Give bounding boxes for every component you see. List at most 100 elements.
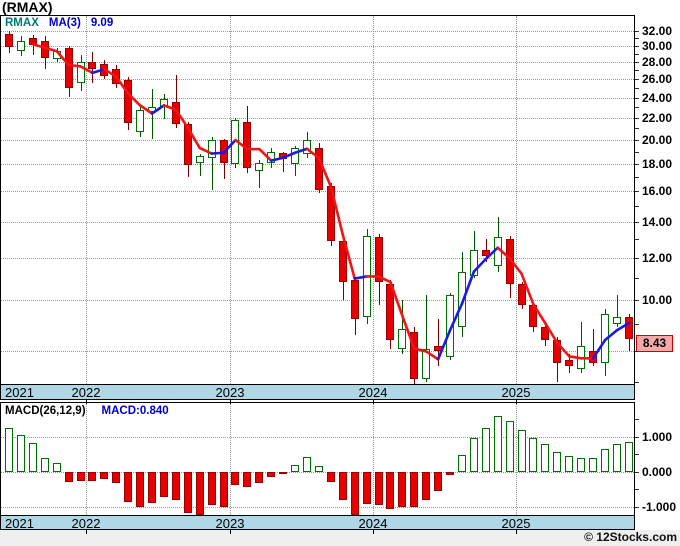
axis-tick (635, 351, 639, 352)
macd-bar (243, 471, 251, 487)
macd-bar (291, 465, 299, 472)
candle-body (148, 107, 156, 113)
candle-body (160, 98, 168, 108)
candle-body (279, 152, 287, 159)
x-axis-year-label: 2021 (5, 385, 34, 400)
candle-body (220, 139, 228, 163)
axis-tick (635, 222, 639, 223)
axis-tick (516, 400, 517, 404)
candle-body (112, 69, 120, 85)
axis-tick (635, 152, 639, 153)
macd-bar (160, 471, 168, 497)
x-axis-year-label: 2023 (215, 385, 245, 400)
y-axis-label: 30.00 (642, 39, 673, 53)
x-axis-year-label: 2023 (215, 516, 245, 531)
axis-tick (635, 128, 639, 129)
macd-bar (470, 437, 478, 472)
y-axis-label: 22.00 (642, 111, 673, 125)
macd-bar (601, 449, 609, 472)
candle-body (196, 156, 204, 163)
candle-body (577, 345, 585, 370)
legend-symbol: RMAX (5, 17, 39, 29)
gridline-v (230, 16, 231, 384)
macd-bar (541, 444, 549, 472)
candle-body (565, 360, 573, 367)
macd-bar (386, 471, 394, 509)
macd-bar (577, 457, 585, 472)
y-axis-label: 28.00 (642, 55, 673, 69)
axis-tick (373, 530, 374, 534)
candle-body (136, 110, 144, 132)
gridline-h (1, 437, 634, 438)
candle-body (5, 33, 13, 47)
gridline-v (86, 16, 87, 384)
candle-body (601, 314, 609, 364)
gridline-h (1, 351, 634, 352)
macd-bar (315, 466, 323, 472)
macd-bar (303, 456, 311, 472)
macd-bar (422, 471, 430, 500)
gridline-h (1, 118, 634, 119)
axis-tick (86, 400, 87, 404)
candle-body (303, 139, 311, 154)
gridline-h (1, 191, 634, 192)
candle-body (29, 37, 37, 46)
axis-tick (635, 38, 639, 39)
gridline-h (1, 258, 634, 259)
y-axis-label: 20.00 (642, 133, 673, 147)
gridline-v (86, 403, 87, 515)
macd-bar (65, 471, 73, 482)
copyright: © 12Stocks.com (584, 530, 677, 544)
macd-bar (41, 458, 49, 472)
macd-bar (279, 471, 287, 474)
candle-body (458, 271, 466, 327)
macd-bar (5, 428, 13, 472)
candle-body (422, 348, 430, 379)
macd-yaxis: 1.000 0.000 -1.000 (635, 402, 680, 534)
macd-bar (518, 429, 526, 472)
axis-tick (373, 400, 374, 404)
axis-tick (635, 324, 639, 325)
axis-tick (635, 206, 639, 207)
axis-tick (635, 54, 639, 55)
candle-body (541, 326, 549, 341)
candle-body (613, 316, 621, 325)
macd-bar (458, 455, 466, 472)
legend-ma-value: 9.09 (90, 17, 114, 29)
candle-body (184, 124, 192, 166)
y-axis-label: 0.000 (642, 465, 673, 479)
macd-bar (112, 471, 120, 484)
candle-body (53, 50, 61, 60)
x-axis-year-label: 2025 (501, 385, 531, 400)
axis-tick (86, 530, 87, 534)
macd-xaxis-band: 2021 2022 2023 2024 2025 (1, 515, 634, 531)
macd-params-label: MACD(26,12,9) (5, 405, 86, 417)
axis-tick (635, 239, 639, 240)
candle-body (255, 162, 263, 171)
macd-bar (446, 471, 454, 476)
macd-bar (565, 455, 573, 472)
price-plot-area: RMAX MA(3) 9.09 (1, 16, 634, 384)
candle-body (231, 119, 239, 165)
y-axis-label: 26.00 (642, 72, 673, 86)
macd-bar (398, 471, 406, 508)
candle-body (17, 40, 25, 52)
axis-tick (635, 107, 639, 108)
gridline-h (1, 140, 634, 141)
price-yaxis: 8.43 32.00 30.00 28.00 26.00 24.00 22.00 20.00… (635, 15, 680, 400)
candle-body (351, 279, 359, 320)
candle-body (291, 147, 299, 165)
candle-body (327, 185, 335, 242)
axis-tick (635, 191, 639, 192)
macd-bar (208, 471, 216, 505)
candle-body (375, 237, 383, 283)
axis-tick (635, 62, 639, 63)
axis-tick (230, 400, 231, 404)
x-axis-year-label: 2025 (501, 516, 531, 531)
axis-tick (635, 507, 639, 508)
macd-bar (339, 471, 347, 500)
ma3-line (31, 42, 631, 361)
macd-panel: MACD(26,12,9) MACD:0.840 2021 2022 2023 2024… (0, 402, 635, 531)
macd-bar (375, 471, 383, 506)
axis-tick (635, 118, 639, 119)
